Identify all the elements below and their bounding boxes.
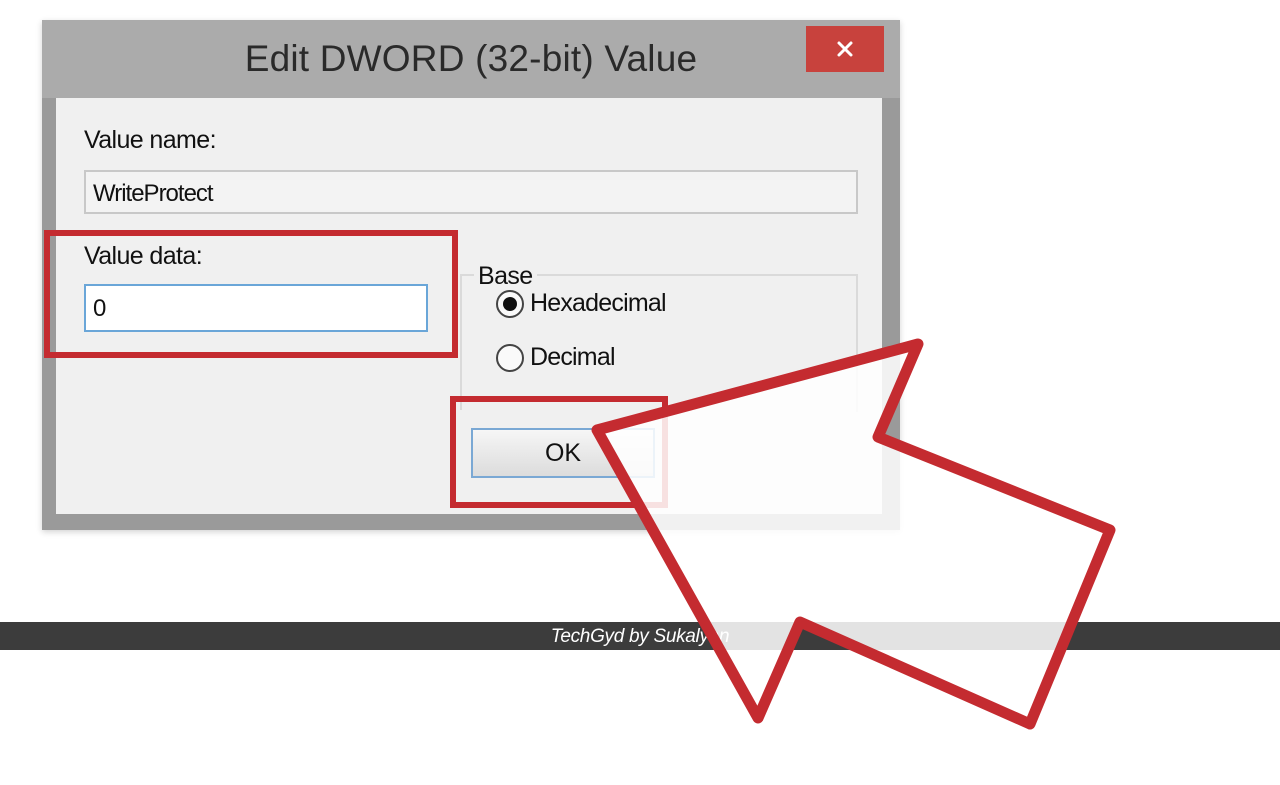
radio-decimal-label: Decimal (530, 343, 616, 371)
dialog-body: Value name: WriteProtect Value data: 0 B… (56, 98, 882, 514)
base-label: Base (474, 262, 537, 291)
radio-hexadecimal-button[interactable] (496, 289, 524, 318)
close-icon (837, 41, 853, 57)
ok-button[interactable]: OK (471, 428, 655, 478)
radio-hexadecimal[interactable]: Hexadecimal (496, 289, 667, 318)
radio-selected-dot (503, 296, 517, 311)
value-data-input[interactable]: 0 (84, 284, 428, 332)
base-groupbox-edge (460, 274, 462, 410)
radio-hexadecimal-label: Hexadecimal (530, 289, 667, 317)
dialog-title: Edit DWORD (32-bit) Value (244, 38, 698, 79)
radio-decimal-button[interactable] (496, 343, 524, 372)
footer-bar: TechGyd by Sukalyan (0, 622, 1280, 650)
radio-decimal[interactable]: Decimal (496, 343, 616, 372)
watermark-text: TechGyd by Sukalyan (550, 626, 730, 647)
value-name-field: WriteProtect (84, 170, 858, 214)
title-bar: Edit DWORD (32-bit) Value (42, 20, 900, 98)
value-name-label: Value name: (84, 126, 217, 154)
screenshot-stage: Edit DWORD (32-bit) Value Value name: Wr… (0, 0, 1280, 785)
edit-dword-dialog: Edit DWORD (32-bit) Value Value name: Wr… (42, 20, 900, 530)
close-button[interactable] (806, 26, 884, 72)
value-data-label: Value data: (84, 242, 203, 270)
